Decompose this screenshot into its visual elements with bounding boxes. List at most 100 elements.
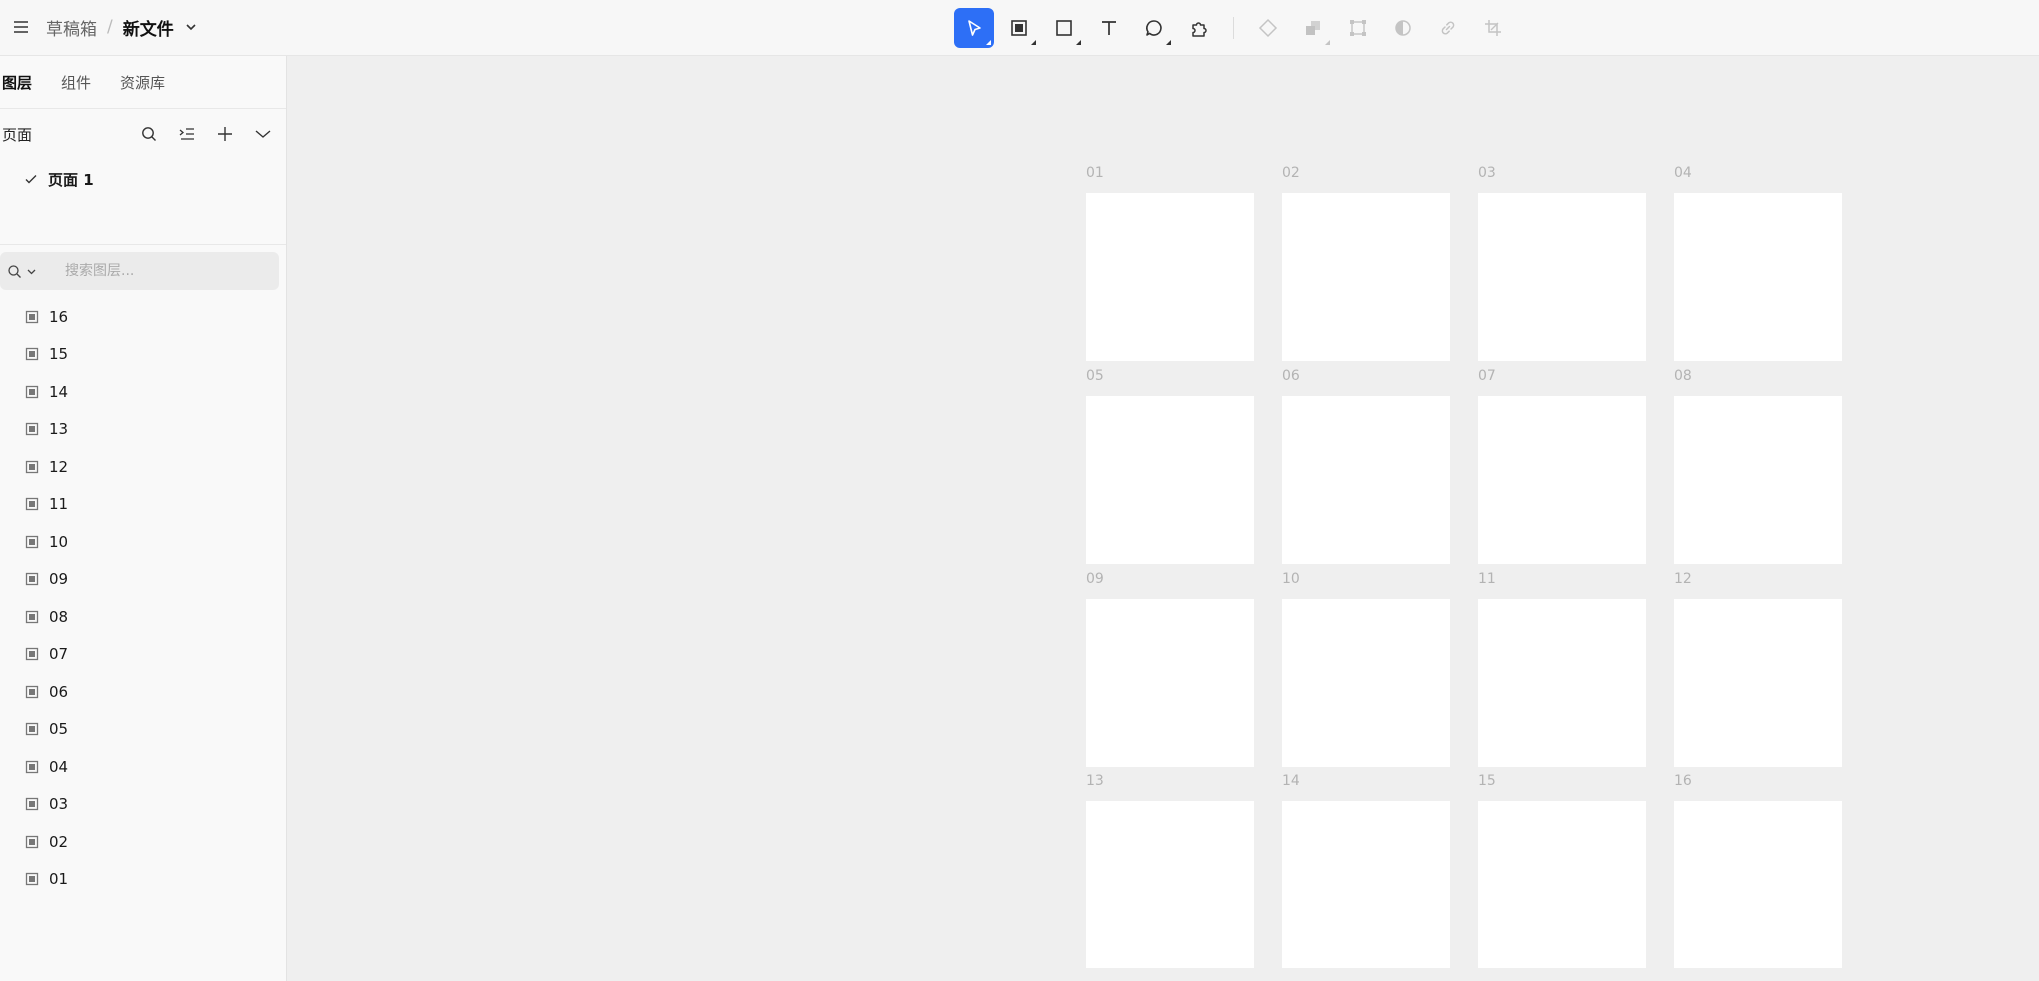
collapse-pages-button[interactable] xyxy=(250,121,276,147)
frame-label[interactable]: 12 xyxy=(1674,571,1692,587)
layer-row[interactable]: 01 xyxy=(0,861,286,899)
canvas-frame[interactable] xyxy=(1282,801,1450,968)
layer-row[interactable]: 06 xyxy=(0,673,286,711)
pages-header: 页面 xyxy=(0,109,286,159)
chevron-down-icon[interactable] xyxy=(184,20,198,34)
canvas-frame[interactable] xyxy=(1086,801,1254,968)
mask-icon xyxy=(1395,20,1411,36)
comment-tool-button[interactable] xyxy=(1134,8,1174,48)
frame-label[interactable]: 01 xyxy=(1086,165,1104,181)
layer-row[interactable]: 03 xyxy=(0,786,286,824)
canvas-frame[interactable] xyxy=(1478,396,1646,564)
frame-label[interactable]: 02 xyxy=(1282,165,1300,181)
frame-layer-icon xyxy=(25,873,39,886)
frame-label[interactable]: 08 xyxy=(1674,368,1692,384)
chevron-down-icon xyxy=(255,130,271,138)
layer-label: 05 xyxy=(49,720,69,739)
component-icon xyxy=(1258,18,1278,38)
layer-row[interactable]: 15 xyxy=(0,336,286,374)
canvas-frame[interactable] xyxy=(1478,193,1646,361)
page-list-button[interactable] xyxy=(174,121,200,147)
frame-layer-icon xyxy=(25,310,39,323)
layer-row[interactable]: 02 xyxy=(0,823,286,861)
frame-tool-button[interactable] xyxy=(999,8,1039,48)
frame-label[interactable]: 04 xyxy=(1674,165,1692,181)
layer-row[interactable]: 09 xyxy=(0,561,286,599)
frame-label[interactable]: 13 xyxy=(1086,773,1104,789)
top-bar: 草稿箱 / 新文件 xyxy=(0,0,2039,56)
tab-assets[interactable]: 资源库 xyxy=(120,72,165,93)
text-icon xyxy=(1102,21,1116,35)
layer-label: 06 xyxy=(49,682,69,701)
canvas-frame[interactable] xyxy=(1674,599,1842,767)
link-button[interactable] xyxy=(1428,8,1468,48)
breadcrumb-folder[interactable]: 草稿箱 xyxy=(46,15,97,40)
canvas-frame[interactable] xyxy=(1086,193,1254,361)
search-filter-toggle[interactable] xyxy=(7,264,57,279)
boolean-ops-button[interactable] xyxy=(1293,8,1333,48)
crop-button[interactable] xyxy=(1473,8,1513,48)
layer-row[interactable]: 11 xyxy=(0,486,286,524)
frame-label[interactable]: 09 xyxy=(1086,571,1104,587)
text-tool-button[interactable] xyxy=(1089,8,1129,48)
canvas-frame[interactable] xyxy=(1674,396,1842,564)
frame-label[interactable]: 14 xyxy=(1282,773,1300,789)
layer-row[interactable]: 12 xyxy=(0,448,286,486)
file-name[interactable]: 新文件 xyxy=(123,15,174,40)
frame-layer-icon xyxy=(25,610,39,623)
layer-row[interactable]: 10 xyxy=(0,523,286,561)
frame-label[interactable]: 15 xyxy=(1478,773,1496,789)
breadcrumb-separator: / xyxy=(107,17,113,37)
move-tool-button[interactable] xyxy=(954,8,994,48)
layer-row[interactable]: 14 xyxy=(0,373,286,411)
search-pages-button[interactable] xyxy=(136,121,162,147)
tab-layers[interactable]: 图层 xyxy=(2,72,32,93)
canvas-frame[interactable] xyxy=(1478,599,1646,767)
plugin-tool-button[interactable] xyxy=(1179,8,1219,48)
tab-components[interactable]: 组件 xyxy=(61,72,91,93)
panel-tabs: 图层 组件 资源库 xyxy=(0,56,286,109)
layer-row[interactable]: 07 xyxy=(0,636,286,674)
toolbar-divider xyxy=(1233,17,1234,39)
frame-label[interactable]: 10 xyxy=(1282,571,1300,587)
layer-row[interactable]: 05 xyxy=(0,711,286,749)
path-edit-button[interactable] xyxy=(1338,8,1378,48)
canvas-frame[interactable] xyxy=(1086,396,1254,564)
canvas-frame[interactable] xyxy=(1478,801,1646,968)
layer-row[interactable]: 04 xyxy=(0,748,286,786)
frame-label[interactable]: 03 xyxy=(1478,165,1496,181)
canvas-frame[interactable] xyxy=(1282,599,1450,767)
frame-icon xyxy=(1011,20,1027,36)
mask-button[interactable] xyxy=(1383,8,1423,48)
frame-layer-icon xyxy=(25,535,39,548)
canvas[interactable]: 01 02 03 04 05 06 07 08 09 10 11 12 13 14 15 16 xyxy=(287,56,2039,981)
layer-label: 10 xyxy=(49,532,69,551)
canvas-frame[interactable] xyxy=(1282,396,1450,564)
frame-label[interactable]: 11 xyxy=(1478,571,1496,587)
canvas-frame[interactable] xyxy=(1282,193,1450,361)
puzzle-icon xyxy=(1192,22,1207,37)
frame-label[interactable]: 07 xyxy=(1478,368,1496,384)
page-item[interactable]: 页面 1 xyxy=(0,159,286,199)
boolean-icon xyxy=(1306,21,1320,35)
canvas-frame[interactable] xyxy=(1674,801,1842,968)
layer-row[interactable]: 08 xyxy=(0,598,286,636)
layer-row[interactable]: 13 xyxy=(0,411,286,449)
frame-label[interactable]: 16 xyxy=(1674,773,1692,789)
frame-layer-icon xyxy=(25,648,39,661)
frame-label[interactable]: 06 xyxy=(1282,368,1300,384)
frame-label[interactable]: 05 xyxy=(1086,368,1104,384)
search-icon xyxy=(8,264,21,278)
layer-label: 13 xyxy=(49,420,69,439)
add-page-button[interactable] xyxy=(212,121,238,147)
layer-row[interactable]: 16 xyxy=(0,298,286,336)
layer-search-input[interactable] xyxy=(63,262,267,280)
canvas-frame[interactable] xyxy=(1674,193,1842,361)
dropdown-corner-icon xyxy=(986,40,991,45)
canvas-frame[interactable] xyxy=(1086,599,1254,767)
rectangle-tool-button[interactable] xyxy=(1044,8,1084,48)
comment-icon xyxy=(1146,20,1162,36)
create-component-button[interactable] xyxy=(1248,8,1288,48)
main-menu-button[interactable] xyxy=(10,16,32,38)
layer-label: 03 xyxy=(49,795,69,814)
